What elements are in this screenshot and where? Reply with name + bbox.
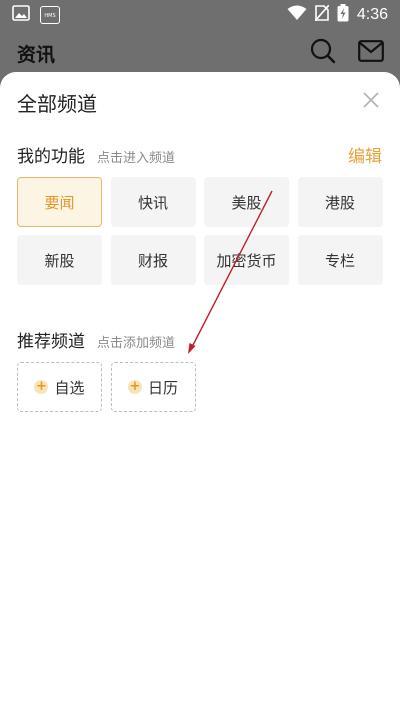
my-channels-header: 我的功能 点击进入频道 (17, 142, 175, 167)
mail-icon[interactable] (358, 40, 384, 66)
no-sim-icon (314, 4, 330, 25)
channel-chip-ganggu[interactable]: 港股 (297, 177, 383, 227)
status-time: 4:36 (356, 6, 388, 23)
channel-chip-zhuanlan[interactable]: 专栏 (297, 235, 383, 285)
channel-label: 日历 (147, 378, 178, 397)
status-bar: HMS 4:36 (0, 0, 400, 30)
channel-chip-yaowen[interactable]: 要闻 (17, 177, 102, 227)
my-channels-hint: 点击进入频道 (97, 151, 176, 166)
recommend-channels-title: 推荐频道 (17, 332, 85, 352)
channel-chip-caibao[interactable]: 财报 (110, 235, 196, 285)
add-channel-rili[interactable]: + 日历 (110, 362, 196, 412)
my-channels-title: 我的功能 (17, 147, 85, 167)
plus-icon: + (127, 379, 142, 394)
channel-label: 自选 (54, 378, 85, 397)
channel-chip-meigu[interactable]: 美股 (204, 177, 289, 227)
app-header: 资讯 (0, 30, 400, 74)
add-channel-zixuan[interactable]: + 自选 (17, 362, 102, 412)
hms-icon: HMS (40, 6, 60, 24)
recommend-channels-grid: + 自选 + 日历 (17, 362, 383, 412)
channel-chip-kuaixun[interactable]: 快讯 (110, 177, 196, 227)
plus-icon: + (34, 379, 49, 394)
search-icon[interactable] (310, 38, 336, 68)
battery-charging-icon (337, 4, 349, 26)
gallery-notification-icon (12, 5, 30, 25)
close-icon[interactable] (360, 89, 382, 111)
edit-button[interactable]: 编辑 (348, 142, 382, 167)
my-channels-grid: 要闻 快讯 美股 港股 新股 财报 加密货币 专栏 (17, 177, 383, 285)
wifi-icon (287, 5, 307, 25)
channel-chip-crypto[interactable]: 加密货币 (204, 235, 289, 285)
channel-sheet: 全部频道 我的功能 点击进入频道 编辑 要闻 快讯 美股 港股 新股 财报 加密… (0, 72, 400, 711)
sheet-title: 全部频道 (17, 92, 97, 116)
recommend-channels-header: 推荐频道 点击添加频道 (17, 327, 175, 352)
screen: HMS 4:36 资讯 全部频道 我的功能 点击进入频道 编辑 要闻 快讯 美股… (0, 0, 400, 711)
recommend-channels-hint: 点击添加频道 (97, 336, 176, 351)
channel-chip-xingu[interactable]: 新股 (17, 235, 102, 285)
page-title: 资讯 (17, 44, 56, 66)
